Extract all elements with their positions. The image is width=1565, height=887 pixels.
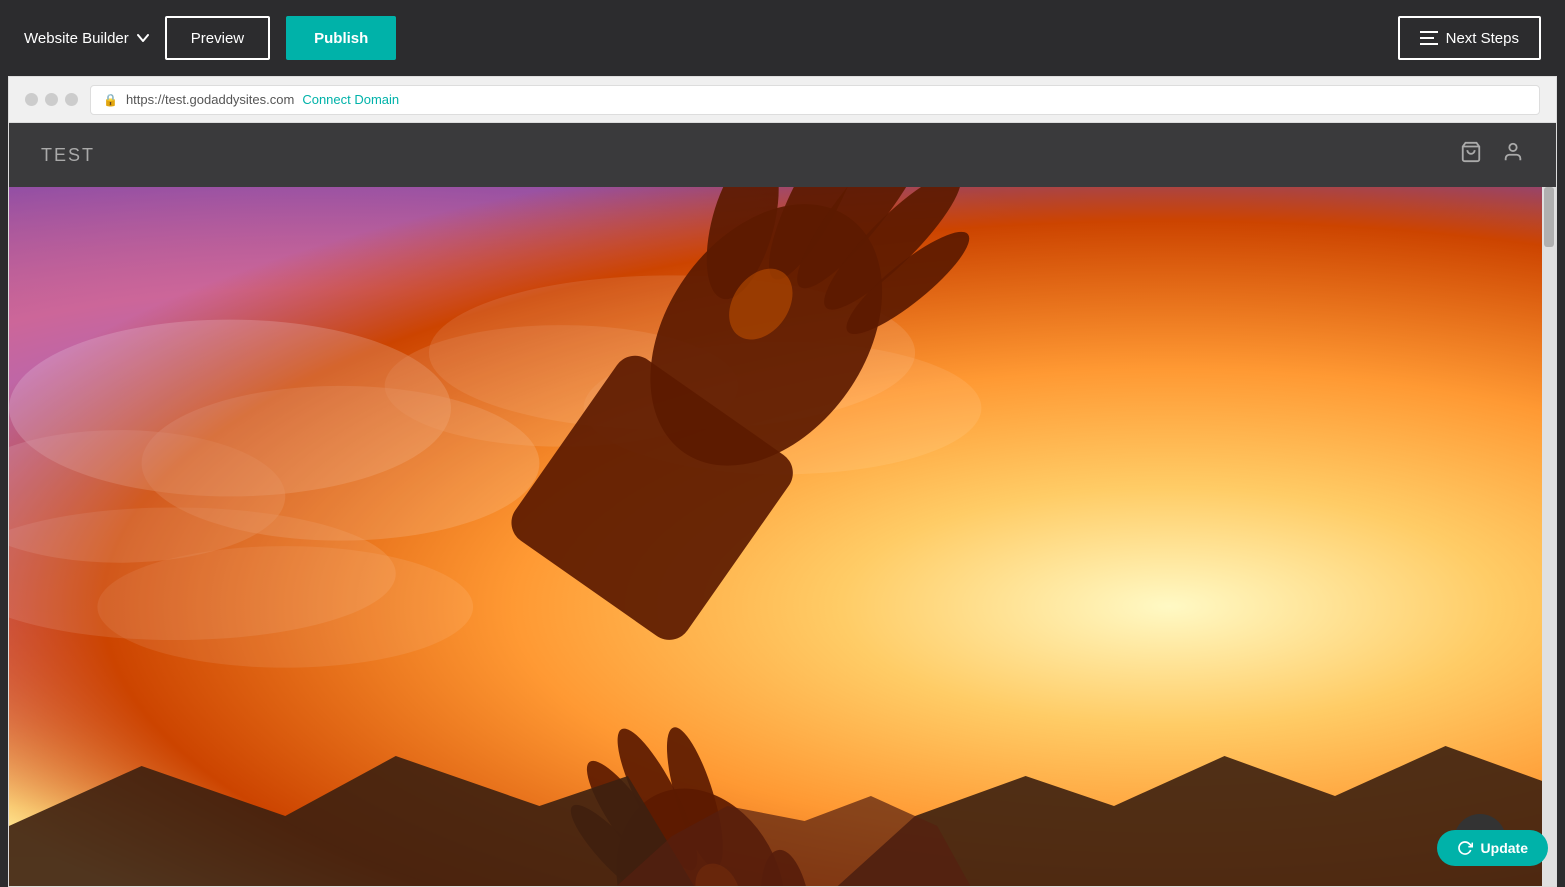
address-bar[interactable]: 🔒 https://test.godaddysites.com Connect … [90,85,1540,115]
next-steps-button[interactable]: Next Steps [1398,16,1541,60]
dot-green [65,93,78,106]
site-nav: TEST [9,123,1556,187]
website-builder-button[interactable]: Website Builder [24,30,149,47]
user-icon[interactable] [1502,141,1524,169]
scrollbar-thumb[interactable] [1544,187,1554,247]
url-text: https://test.godaddysites.com [126,92,294,107]
brand-label: Website Builder [24,30,129,47]
mountains [9,726,1556,886]
connect-domain-link[interactable]: Connect Domain [302,92,399,107]
list-icon [1420,30,1438,46]
browser-frame: 🔒 https://test.godaddysites.com Connect … [8,76,1557,887]
scrollbar-track[interactable] [1542,187,1556,886]
app-container: Website Builder Preview Publish Next Ste… [0,0,1565,887]
site-nav-icons [1460,141,1524,169]
preview-button[interactable]: Preview [165,16,270,60]
mountain-svg [9,726,1556,886]
browser-chrome: 🔒 https://test.godaddysites.com Connect … [9,77,1556,123]
lock-icon: 🔒 [103,93,118,107]
publish-button[interactable]: Publish [286,16,396,60]
cart-icon[interactable] [1460,141,1482,169]
site-name: TEST [41,145,95,166]
hero-container: Update [9,187,1556,886]
site-preview: TEST [9,123,1556,886]
update-button[interactable]: Update [1437,830,1548,866]
refresh-icon [1457,840,1473,856]
toolbar-right: Next Steps [1398,16,1541,60]
dot-red [25,93,38,106]
dot-yellow [45,93,58,106]
chevron-down-icon [137,32,149,44]
hero-image [9,187,1556,886]
toolbar: Website Builder Preview Publish Next Ste… [0,0,1565,76]
toolbar-left: Website Builder Preview Publish [24,16,396,60]
browser-dots [25,93,78,106]
